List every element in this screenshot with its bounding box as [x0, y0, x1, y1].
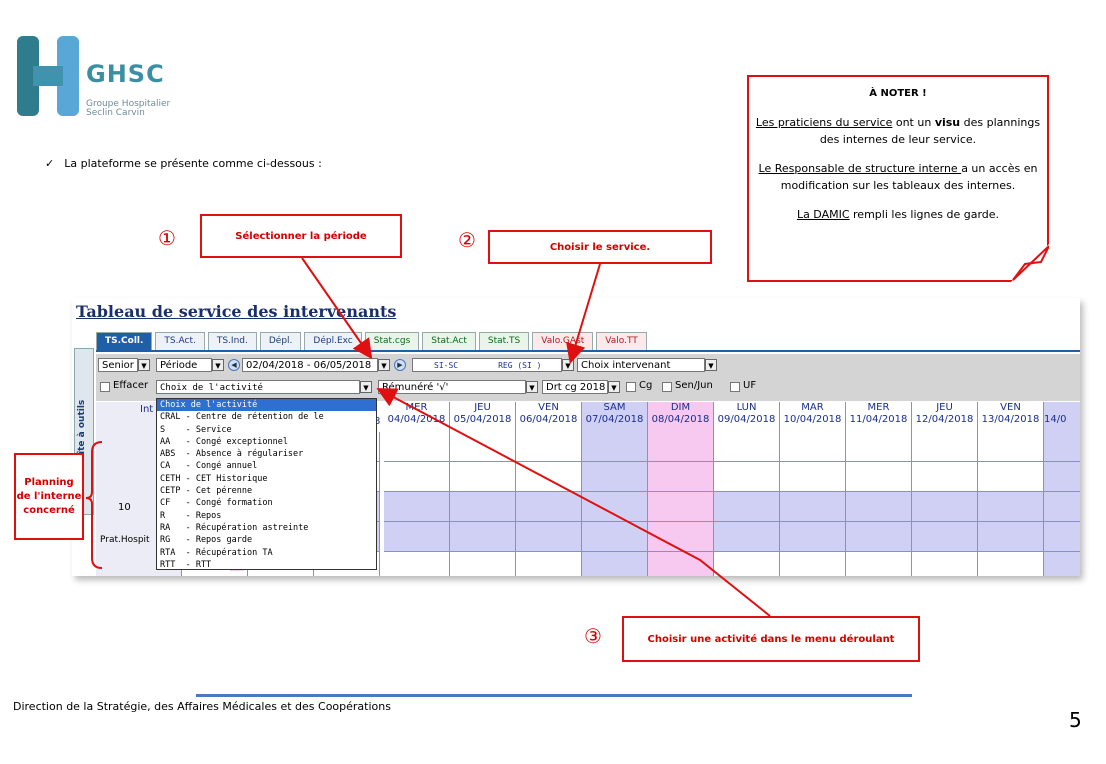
footer-line — [196, 694, 912, 697]
annotation-arrows — [301, 257, 771, 617]
footer-text: Direction de la Stratégie, des Affaires … — [13, 700, 391, 713]
arrow-to-service — [566, 263, 601, 364]
arrow-to-activity — [376, 388, 771, 617]
page-number: 5 — [1069, 708, 1082, 732]
arrow-to-period — [301, 257, 373, 360]
